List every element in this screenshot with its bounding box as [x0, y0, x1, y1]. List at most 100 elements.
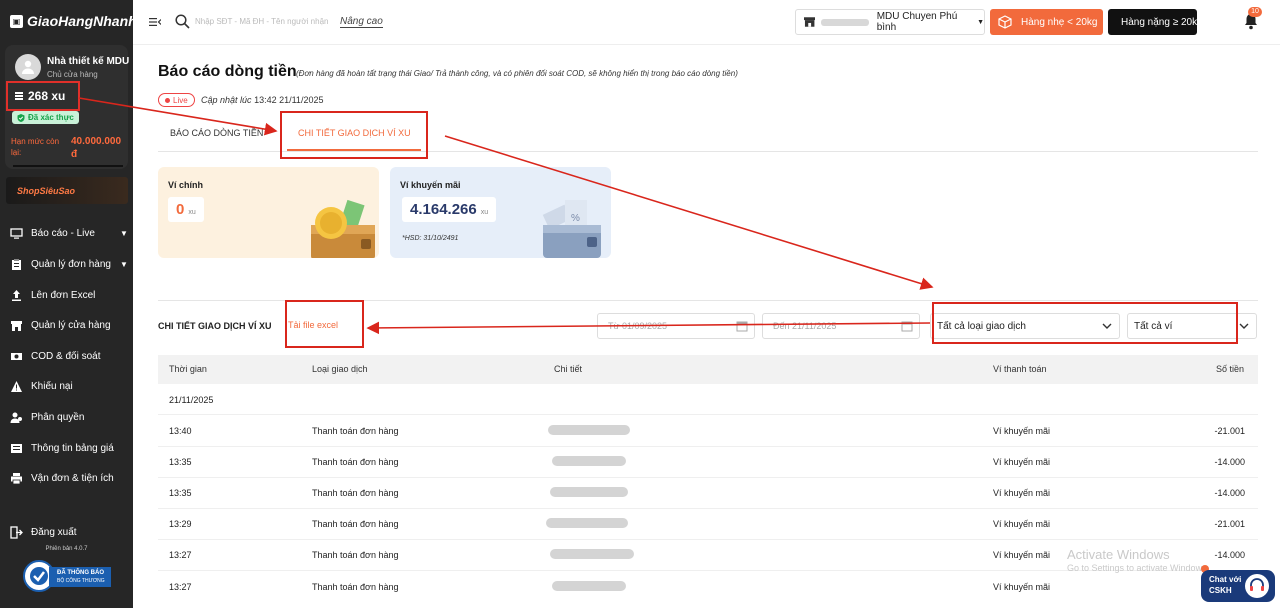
row-amount: -21.001 [1214, 426, 1245, 436]
caret-down-icon[interactable]: ▼ [120, 229, 128, 238]
annotation-box-filter [932, 302, 1238, 344]
windows-activation-hint: Go to Settings to activate Windows. [1067, 563, 1210, 573]
warning-icon [10, 380, 23, 393]
row-amount: -14.000 [1214, 550, 1245, 560]
row-divider [158, 477, 1258, 478]
promo-wallet-label: Ví khuyến mãi [400, 180, 461, 190]
limit-label: Hạn mức còn lại: [11, 137, 60, 157]
row-time: 13:27 [169, 550, 192, 560]
redacted-detail [552, 456, 626, 466]
logo[interactable]: ▣ GiaoHangNhanh [10, 13, 137, 29]
users-icon [10, 411, 23, 424]
logo-text: GiaoHangNhanh [27, 13, 137, 29]
sidebar-item-excel-order[interactable]: Lên đơn Excel [10, 289, 95, 302]
sidebar-item-label: Phân quyền [31, 412, 85, 423]
shop-name: MDU Chuyen Phú bình [876, 11, 958, 33]
chat-support-button[interactable]: Chat với CSKH [1201, 570, 1275, 602]
main-wallet-amount: 0 [176, 201, 185, 218]
updated-label: Cập nhật lúc [201, 95, 252, 105]
sidebar-item-label: Lên đơn Excel [31, 290, 96, 301]
avatar[interactable] [15, 54, 41, 80]
logout-button[interactable]: Đăng xuất [10, 526, 77, 539]
date-group-label: 21/11/2025 [169, 395, 214, 405]
caret-down-icon[interactable]: ▼ [120, 260, 128, 269]
redacted-detail [550, 549, 634, 559]
date-to-input[interactable]: Đến 21/11/2025 [762, 313, 920, 339]
row-time: 13:40 [169, 426, 192, 436]
verified-badge: Đã xác thực [12, 111, 79, 124]
row-type: Thanh toán đơn hàng [312, 426, 399, 436]
page-note: (Đơn hàng đã hoàn tất trạng thái Giao/ T… [296, 69, 738, 78]
row-type: Thanh toán đơn hàng [312, 550, 399, 560]
sidebar-item-label: Báo cáo - Live [31, 228, 95, 239]
live-badge: Live [158, 93, 195, 107]
ministry-badge[interactable]: ĐÃ THÔNG BÁO BỘ CÔNG THƯƠNG [23, 560, 111, 592]
svg-text:%: % [571, 213, 580, 224]
promo-wallet-expiry: *HSD: 31/10/2491 [402, 235, 459, 242]
date-from-input[interactable]: Từ 01/09/2025 [597, 313, 755, 339]
sidebar: ▣ GiaoHangNhanh Nhà thiết kế MDU Chủ cửa… [0, 0, 137, 608]
date-to-value: Đến 21/11/2025 [773, 321, 837, 331]
xu-balance[interactable]: 268 xu [6, 81, 80, 111]
shopsieusao-banner[interactable]: ShopSiêuSao [6, 177, 128, 204]
row-wallet: Ví khuyến mãi [993, 426, 1051, 436]
page-title: Báo cáo dòng tiền [158, 63, 297, 80]
search-icon[interactable] [175, 14, 190, 29]
light-goods-button[interactable]: Hàng nhẹ < 20kg [990, 9, 1103, 35]
updated-value: 13:42 21/11/2025 [254, 95, 324, 105]
search-input[interactable]: Nhập SĐT - Mã ĐH - Tên người nhận [195, 17, 328, 26]
promo-wallet-amount: 4.164.266 [410, 201, 477, 218]
column-header-detail[interactable]: Chi tiết [554, 364, 582, 374]
user-name: Nhà thiết kế MDU [47, 56, 130, 67]
advanced-search-link[interactable]: Nâng cao [340, 16, 383, 28]
row-wallet: Ví khuyến mãi [993, 457, 1051, 467]
ministry-badge-text: ĐÃ THÔNG BÁO BỘ CÔNG THƯƠNG [49, 567, 111, 587]
row-type: Thanh toán đơn hàng [312, 488, 399, 498]
sidebar-item-label: Thông tin bảng giá [31, 443, 114, 454]
caret-down-icon: ▼ [977, 18, 984, 26]
column-header-amount[interactable]: Số tiền [1216, 364, 1244, 374]
row-time: 13:35 [169, 488, 192, 498]
promo-wallet-unit: xu [480, 209, 489, 216]
row-wallet: Ví khuyến mãi [993, 519, 1051, 529]
chevron-down-icon [1239, 323, 1249, 329]
column-header-time[interactable]: Thời gian [169, 364, 207, 374]
sidebar-item-permissions[interactable]: Phân quyền [10, 411, 84, 424]
column-header-wallet[interactable]: Ví thanh toán [993, 364, 1047, 374]
column-header-type[interactable]: Loại giao dịch [312, 364, 368, 374]
collapse-menu-icon[interactable] [149, 16, 161, 28]
row-wallet: Ví khuyến mãi [993, 582, 1051, 592]
row-wallet: Ví khuyến mãi [993, 550, 1051, 560]
coin-stack-icon [15, 92, 23, 100]
row-divider [158, 539, 1258, 540]
tab-cashflow-report[interactable]: BÁO CÁO DÒNG TIỀN [170, 128, 263, 138]
user-role: Chủ cửa hàng [47, 70, 98, 79]
sidebar-item-complaints[interactable]: Khiếu nại [10, 380, 73, 393]
sidebar-item-store[interactable]: Quản lý cửa hàng [10, 319, 111, 332]
limit-value: 40.000.000 đ [71, 136, 122, 160]
sidebar-item-pricing[interactable]: Thông tin bảng giá [10, 442, 114, 455]
row-amount: -14.000 [1214, 457, 1245, 467]
badge-line1: ĐÃ THÔNG BÁO [57, 570, 104, 576]
promo-wallet-amount-box: 4.164.266 xu [402, 197, 497, 222]
section-title: CHI TIẾT GIAO DỊCH VÍ XU [158, 321, 272, 331]
sidebar-item-cod[interactable]: COD & đối soát [10, 350, 100, 363]
badge-line2: BỘ CÔNG THƯƠNG [57, 578, 105, 584]
app-version: Phiên bản 4.0.7 [45, 546, 88, 552]
promo-wallet-card: Ví khuyến mãi 4.164.266 xu *HSD: 31/10/2… [390, 167, 611, 258]
main-wallet-unit: xu [188, 209, 196, 216]
sidebar-item-report-live[interactable]: Báo cáo - Live [10, 227, 95, 240]
heavy-goods-label: Hàng nặng ≥ 20kg [1121, 16, 1203, 28]
shop-select[interactable]: MDU Chuyen Phú bình ▼ [795, 9, 985, 35]
redacted-detail [548, 425, 630, 435]
row-divider [158, 508, 1258, 509]
sidebar-item-orders[interactable]: Quản lý đơn hàng [10, 258, 111, 271]
heavy-goods-button[interactable]: Hàng nặng ≥ 20kg [1108, 9, 1203, 35]
clipboard-icon [10, 258, 23, 271]
live-dot-icon [165, 97, 170, 103]
sidebar-item-label: Khiếu nại [31, 381, 73, 392]
logo-icon: ▣ [10, 14, 23, 28]
sidebar-item-shipping-tools[interactable]: Vận đơn & tiện ích [10, 472, 114, 485]
shield-check-icon [17, 113, 25, 122]
sidebar-item-label: Vận đơn & tiện ích [31, 473, 114, 484]
